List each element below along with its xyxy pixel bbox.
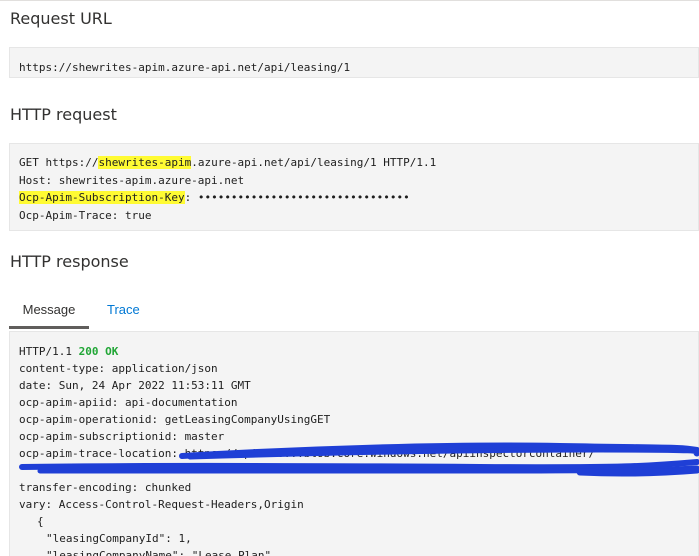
request-host-highlight: shewrites-apim	[98, 156, 192, 169]
request-line-prefix: GET https://	[19, 156, 99, 169]
host-header-line: Host: shewrites-apim.azure-api.net	[19, 173, 245, 187]
response-header-line: content-type: application/json	[19, 362, 218, 375]
redacted-line	[19, 462, 698, 479]
response-header-line: vary: Access-Control-Request-Headers,Ori…	[19, 498, 304, 511]
http-response-box: HTTP/1.1 200 OK content-type: applicatio…	[9, 331, 699, 556]
http-response-heading: HTTP response	[10, 252, 129, 271]
trace-header-line: Ocp-Apim-Trace: true	[19, 208, 152, 222]
request-url-box: https://shewrites-apim.azure-api.net/api…	[9, 47, 699, 78]
request-url-heading: Request URL	[10, 9, 112, 28]
subscription-key-line: Ocp-Apim-Subscription-Key: •••••••••••••…	[19, 189, 698, 207]
response-header-line: ocp-apim-subscriptionid: master	[19, 430, 225, 443]
status-code: 200 OK	[78, 345, 119, 358]
request-line-suffix: .azure-api.net/api/leasing/1 HTTP/1.1	[191, 156, 437, 169]
status-prefix: HTTP/1.1	[19, 345, 79, 358]
response-header-line: ocp-apim-apiid: api-documentation	[19, 396, 238, 409]
body-line: "leasingCompanyName": "Lease Plan",	[46, 549, 278, 556]
top-divider	[0, 0, 699, 1]
tab-trace[interactable]: Trace	[107, 296, 140, 327]
response-tabs: Message Trace	[9, 296, 699, 331]
subscription-key-value: : ••••••••••••••••••••••••••••••••	[184, 191, 410, 205]
request-url-text: https://shewrites-apim.azure-api.net/api…	[19, 61, 351, 74]
response-header-line: transfer-encoding: chunked	[19, 481, 192, 494]
http-request-box: GET https://shewrites-apim.azure-api.net…	[9, 143, 699, 231]
response-header-line: date: Sun, 24 Apr 2022 11:53:11 GMT	[19, 379, 251, 392]
tab-message[interactable]: Message	[9, 296, 89, 329]
http-request-heading: HTTP request	[10, 105, 117, 124]
request-line: GET https://shewrites-apim.azure-api.net…	[19, 154, 698, 172]
response-header-line: ocp-apim-operationid: getLeasingCompanyU…	[19, 413, 331, 426]
subscription-key-name: Ocp-Apim-Subscription-Key	[19, 191, 185, 205]
body-open-brace: {	[37, 515, 44, 528]
body-line: "leasingCompanyId": 1,	[46, 532, 192, 545]
trace-location-line: ocp-apim-trace-location: https://apimst0…	[19, 447, 596, 460]
status-line: HTTP/1.1 200 OK	[19, 343, 698, 360]
